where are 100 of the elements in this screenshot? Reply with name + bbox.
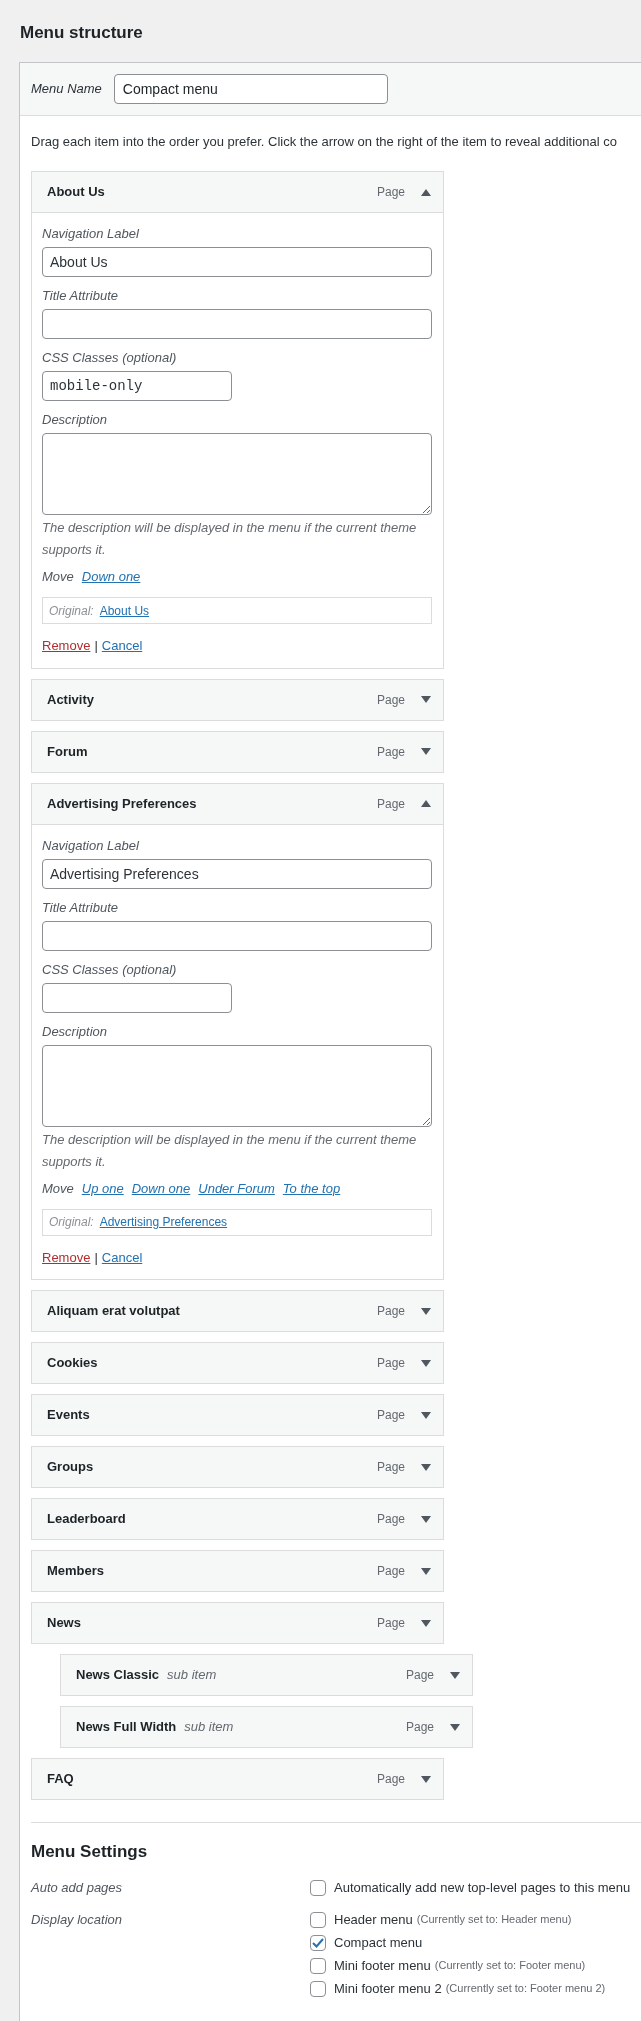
item-type: Page [376, 691, 405, 709]
input-field[interactable]: Advertising Preferences [42, 858, 432, 889]
original-label: Original: [49, 1214, 94, 1231]
caret-down-icon[interactable] [421, 748, 431, 755]
menu-item[interactable]: Forum Page [31, 730, 444, 773]
item-title: Cookies [47, 1354, 98, 1373]
caret-down-icon[interactable] [450, 1723, 460, 1731]
field-label: Title Attribute [42, 898, 119, 917]
menu-name-field[interactable]: Compact menu [113, 73, 388, 104]
caret-down-icon[interactable] [421, 1359, 431, 1367]
description-note: The description will be displayed in the menu if the current theme supports it. [42, 519, 418, 559]
item-type: Page [376, 743, 405, 761]
menu-item[interactable]: News Full Width sub item Page [60, 1706, 473, 1748]
checkbox[interactable] [310, 1879, 326, 1896]
text-area[interactable] [42, 433, 432, 515]
original-link[interactable]: About Us [99, 601, 150, 620]
item-type: Page [405, 1667, 434, 1684]
menu-item[interactable]: FAQ Page [31, 1758, 444, 1800]
checkbox[interactable] [310, 1980, 326, 1997]
menu-item[interactable]: Events Page [31, 1394, 444, 1436]
item-type: Page [376, 1355, 405, 1372]
cancel-link[interactable]: Cancel [101, 636, 143, 656]
move-link[interactable]: Under Forum [198, 1178, 275, 1199]
sub-item-label: sub item [184, 1718, 234, 1737]
item-title: News [47, 1614, 81, 1633]
caret-down-icon[interactable] [421, 1775, 431, 1783]
item-type: Page [405, 1719, 434, 1736]
field-label: Title Attribute [42, 287, 119, 305]
caret-down-icon[interactable] [421, 1307, 431, 1315]
option-note: (Currently set to: Footer menu 2) [445, 1981, 606, 1997]
menu-item[interactable]: Groups Page [31, 1446, 444, 1488]
field-label: CSS Classes (optional) [42, 960, 178, 979]
move-label: Move [42, 568, 74, 587]
item-type: Page [376, 1511, 405, 1528]
menu-item[interactable]: News Classic sub item Page [60, 1654, 473, 1696]
move-link[interactable]: To the top [282, 1178, 341, 1199]
input-field[interactable] [42, 920, 432, 951]
menu-item[interactable]: Leaderboard Page [31, 1498, 444, 1540]
menu-name-label: Menu Name [31, 79, 102, 98]
menu-item[interactable]: Cookies Page [31, 1342, 444, 1384]
item-title: Forum [47, 742, 88, 761]
caret-down-icon[interactable] [421, 1619, 431, 1627]
remove-link[interactable]: Remove [42, 636, 91, 656]
original-link[interactable]: Advertising Preferences [99, 1213, 228, 1231]
cancel-link[interactable]: Cancel [101, 1247, 143, 1267]
item-title: Advertising Preferences [47, 794, 197, 813]
move-link[interactable]: Up one [81, 1178, 124, 1199]
setting-label: Display location [31, 1910, 124, 1929]
item-title: News Full Width [76, 1718, 177, 1737]
caret-up-icon[interactable] [421, 188, 431, 196]
check-icon [312, 1937, 324, 1948]
item-title: Aliquam erat volutpat [47, 1302, 180, 1321]
option-note: (Currently set to: Footer menu) [434, 1958, 586, 1974]
item-title: About Us [47, 183, 105, 202]
menu-item[interactable]: Aliquam erat volutpat Page [31, 1290, 444, 1332]
text-area[interactable] [42, 1044, 432, 1127]
menu-item[interactable]: Members Page [31, 1550, 444, 1592]
caret-down-icon[interactable] [421, 696, 431, 703]
item-title: FAQ [47, 1770, 74, 1789]
field-label: Navigation Label [42, 225, 140, 243]
option-label: Compact menu [334, 1933, 423, 1952]
remove-link[interactable]: Remove [42, 1247, 91, 1267]
setting-label: Auto add pages [31, 1878, 124, 1897]
separator: | [94, 1248, 98, 1267]
item-type: Page [376, 1563, 405, 1580]
menu-item[interactable] [31, 782, 444, 1280]
option-label: Mini footer menu [334, 1956, 431, 1975]
caret-up-icon[interactable] [421, 800, 431, 807]
caret-down-icon[interactable] [421, 1567, 431, 1575]
item-type: Page [376, 184, 405, 201]
caret-down-icon[interactable] [421, 1411, 431, 1419]
item-title: Events [47, 1406, 90, 1425]
section-heading: Menu structure [20, 22, 144, 44]
field-label: Navigation Label [42, 836, 140, 855]
checkbox[interactable] [310, 1934, 326, 1951]
item-type: Page [376, 1615, 405, 1632]
input-field[interactable] [42, 309, 432, 339]
caret-down-icon[interactable] [421, 1463, 431, 1471]
field-label: CSS Classes (optional) [42, 349, 178, 367]
description-note: The description will be displayed in the menu if the current theme supports it. [42, 1130, 418, 1171]
move-link[interactable]: Down one [81, 567, 141, 587]
input-field[interactable]: mobile-only [42, 371, 232, 401]
checkbox[interactable] [310, 1957, 326, 1974]
move-link[interactable]: Down one [131, 1178, 191, 1199]
input-field[interactable] [42, 982, 232, 1013]
field-label: Description [42, 411, 109, 429]
item-title: News Classic [76, 1666, 160, 1685]
item-type: Page [376, 795, 405, 813]
menu-item[interactable]: News Page [31, 1602, 444, 1644]
menu-item[interactable]: Activity Page [31, 678, 444, 721]
input-field[interactable]: About Us [42, 247, 432, 277]
caret-down-icon[interactable] [421, 1515, 431, 1523]
field-label: Description [42, 1022, 109, 1041]
instructions-text: Drag each item into the order you prefer. Click the arrow on the right of the item to reveal additional co [31, 132, 619, 151]
option-note: (Currently set to: Header menu) [416, 1912, 572, 1928]
caret-down-icon[interactable] [450, 1671, 460, 1679]
menu-item[interactable] [31, 171, 444, 669]
checkbox[interactable] [310, 1911, 326, 1928]
sub-item-label: sub item [167, 1666, 217, 1685]
item-title: Leaderboard [47, 1510, 126, 1529]
